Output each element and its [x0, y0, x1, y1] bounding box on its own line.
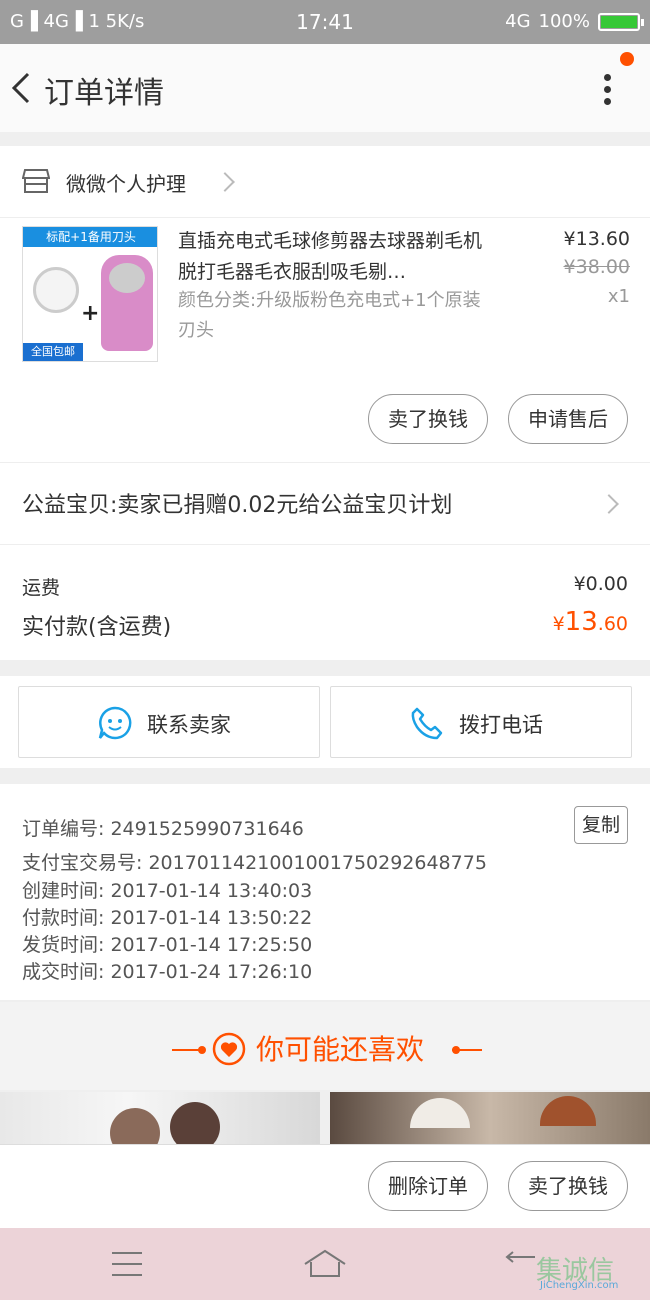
order-info: 订单编号: 2491525990731646 复制 支付宝交易号: 201701… — [0, 784, 650, 1000]
product-price: ¥13.60 — [563, 228, 630, 250]
divider-line — [452, 1049, 482, 1051]
sell-button[interactable]: 卖了换钱 — [508, 1161, 628, 1211]
shaver-illustration — [101, 255, 153, 351]
after-sale-button[interactable]: 申请售后 — [508, 394, 628, 444]
sell-button[interactable]: 卖了换钱 — [368, 394, 488, 444]
alipay-number: 支付宝交易号: 2017011421001001750292648775 — [22, 852, 487, 874]
page-title: 订单详情 — [44, 76, 164, 111]
product-quantity: x1 — [607, 286, 630, 307]
chevron-right-icon — [215, 172, 235, 192]
phone-icon — [411, 707, 443, 740]
return-icon[interactable] — [505, 1250, 539, 1278]
image-tag-top: 标配+1备用刀头 — [23, 227, 157, 247]
battery-fill — [601, 15, 637, 28]
divider-dot — [198, 1046, 206, 1054]
call-button[interactable]: 拨打电话 — [330, 686, 632, 758]
battery-icon — [598, 12, 644, 31]
recommend-item[interactable] — [0, 1092, 320, 1146]
watermark-logo: 集诚信 JiChengXin.com — [536, 1250, 618, 1291]
order-totals: 运费 ¥0.00 实付款(含运费) ¥13.60 — [0, 544, 650, 660]
nav-bar: 订单详情 — [0, 44, 650, 132]
charity-text: 公益宝贝:卖家已捐赠0.02元给公益宝贝计划 — [22, 493, 453, 518]
product-original-price: ¥38.00 — [563, 256, 630, 278]
order-number: 订单编号: 2491525990731646 — [22, 818, 304, 840]
chat-icon — [98, 706, 132, 740]
bottom-action-bar: 删除订单 卖了换钱 — [0, 1144, 650, 1228]
back-icon[interactable] — [8, 68, 38, 108]
product-image[interactable]: 标配+1备用刀头 + 全国包邮 — [22, 226, 158, 362]
shop-row[interactable]: 微微个人护理 — [0, 146, 650, 218]
shop-icon — [22, 169, 50, 193]
contact-seller-label: 联系卖家 — [147, 713, 231, 737]
shop-name: 微微个人护理 — [66, 172, 186, 196]
created-time: 创建时间: 2017-01-14 13:40:03 — [22, 880, 313, 902]
plus-sign: + — [81, 301, 100, 326]
charity-row[interactable]: 公益宝贝:卖家已捐赠0.02元给公益宝贝计划 — [0, 462, 650, 544]
paid-currency: ¥ — [552, 613, 565, 635]
product-item[interactable]: 标配+1备用刀头 + 全国包邮 直插充电式毛球修剪器去球器剃毛机脱打毛器毛衣服刮… — [0, 218, 650, 462]
notification-dot — [620, 52, 634, 66]
status-right: 4G 100% — [505, 11, 644, 32]
paid-integer: 13 — [564, 607, 598, 637]
chevron-right-icon — [599, 494, 619, 514]
recommend-item[interactable] — [330, 1092, 650, 1146]
paid-time: 付款时间: 2017-01-14 13:50:22 — [22, 907, 313, 929]
call-label: 拨打电话 — [459, 713, 543, 737]
copy-button[interactable]: 复制 — [574, 806, 628, 844]
blade-illustration — [33, 267, 79, 313]
menu-icon[interactable] — [110, 1250, 144, 1278]
paid-decimal: 60 — [603, 613, 628, 635]
watermark-url: JiChengXin.com — [540, 1280, 619, 1291]
paid-value: ¥13.60 — [552, 607, 628, 637]
image-tag-bottom: 全国包邮 — [23, 343, 83, 361]
network-type: 4G — [505, 11, 531, 32]
home-icon[interactable] — [303, 1248, 347, 1278]
contact-seller-button[interactable]: 联系卖家 — [18, 686, 320, 758]
completed-time: 成交时间: 2017-01-24 17:26:10 — [22, 961, 313, 983]
heart-icon — [212, 1032, 246, 1066]
status-bar: G▐ 4G▐ 1 5K/s 17:41 4G 100% — [0, 0, 650, 44]
contact-section: 联系卖家 拨打电话 — [0, 676, 650, 768]
product-sku: 颜色分类:升级版粉色充电式+1个原装刃头 — [178, 290, 481, 341]
battery-percent: 100% — [538, 11, 590, 32]
shipped-time: 发货时间: 2017-01-14 17:25:50 — [22, 934, 313, 956]
product-title[interactable]: 直插充电式毛球修剪器去球器剃毛机脱打毛器毛衣服刮吸毛剔… — [178, 226, 498, 288]
recommend-header: 你可能还喜欢 — [0, 1002, 650, 1090]
paid-label: 实付款(含运费) — [22, 615, 172, 640]
delete-order-button[interactable]: 删除订单 — [368, 1161, 488, 1211]
shipping-value: ¥0.00 — [573, 573, 628, 595]
more-icon[interactable] — [595, 70, 619, 110]
shipping-label: 运费 — [22, 577, 61, 599]
recommend-title: 你可能还喜欢 — [256, 1033, 425, 1066]
